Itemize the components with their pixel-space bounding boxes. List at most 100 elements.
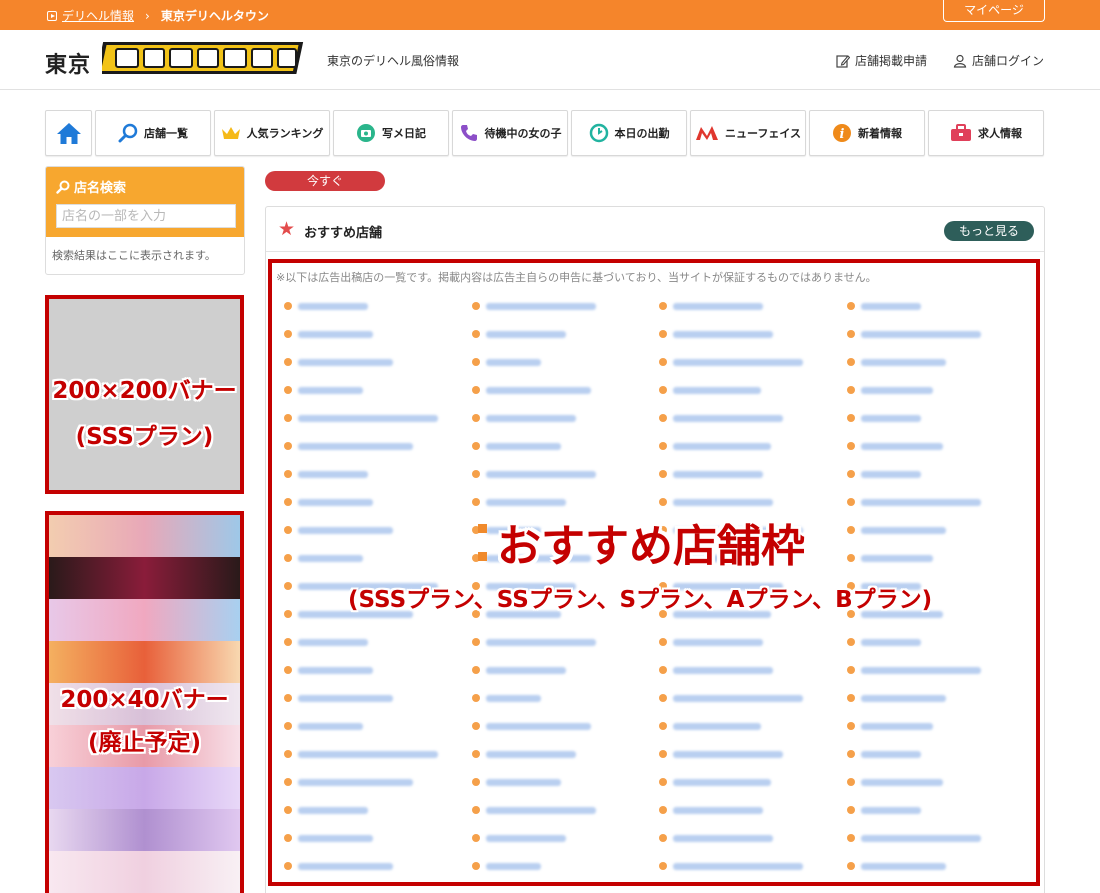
shop-link-item[interactable] <box>471 684 660 712</box>
shop-link-item[interactable] <box>284 712 472 740</box>
shop-link-item[interactable] <box>659 796 847 824</box>
shop-link-item[interactable] <box>284 348 472 376</box>
shop-link-item[interactable] <box>284 628 472 656</box>
shop-link-item[interactable] <box>284 432 472 460</box>
shop-link-item[interactable] <box>846 768 1035 796</box>
nav-jobs[interactable]: 求人情報 <box>928 110 1044 156</box>
shop-link-item[interactable] <box>659 712 847 740</box>
shop-link-item[interactable] <box>846 460 1035 488</box>
shop-link-item[interactable] <box>846 712 1035 740</box>
nav-waiting-girls[interactable]: 待機中の女の子 <box>452 110 568 156</box>
shop-link-item[interactable] <box>659 404 847 432</box>
shop-link-item[interactable] <box>659 376 847 404</box>
shop-link-item[interactable] <box>284 740 472 768</box>
shop-link-item[interactable] <box>659 824 847 852</box>
shop-link-blurred <box>860 442 943 450</box>
banner-strip[interactable] <box>49 599 240 641</box>
site-logo[interactable] <box>102 38 306 78</box>
banner-strip[interactable] <box>49 557 240 599</box>
shop-link-item[interactable] <box>471 348 660 376</box>
shop-link-item[interactable] <box>471 656 660 684</box>
shop-link-item[interactable] <box>659 740 847 768</box>
shop-link-item[interactable] <box>284 544 472 572</box>
shop-link-item[interactable] <box>284 320 472 348</box>
banner-strip[interactable] <box>49 515 240 557</box>
shop-link-item[interactable] <box>284 516 472 544</box>
shop-link-item[interactable] <box>471 852 660 880</box>
banner-200x200[interactable]: 200×200バナー (SSSプラン) <box>45 295 244 494</box>
shop-link-item[interactable] <box>284 292 472 320</box>
shop-link-item[interactable] <box>846 684 1035 712</box>
shop-link-item[interactable] <box>846 488 1035 516</box>
nav-news[interactable]: i 新着情報 <box>809 110 925 156</box>
shop-link-item[interactable] <box>284 684 472 712</box>
shop-link-item[interactable] <box>471 404 660 432</box>
shop-link-item[interactable] <box>471 768 660 796</box>
shop-link-item[interactable] <box>659 460 847 488</box>
shop-link-item[interactable] <box>471 432 660 460</box>
now-button[interactable]: 今すぐ <box>265 171 385 191</box>
banner-strip[interactable] <box>49 767 240 809</box>
shop-link-item[interactable] <box>471 460 660 488</box>
shop-link-item[interactable] <box>846 404 1035 432</box>
nav-ranking[interactable]: 人気ランキング <box>214 110 330 156</box>
shop-link-item[interactable] <box>284 852 472 880</box>
nav-today-attendance[interactable]: 本日の出勤 <box>571 110 687 156</box>
bullet-icon <box>846 694 855 702</box>
shop-link-item[interactable] <box>846 376 1035 404</box>
shop-link-item[interactable] <box>471 712 660 740</box>
shop-link-item[interactable] <box>659 432 847 460</box>
nav-shop-list[interactable]: 店舗一覧 <box>95 110 211 156</box>
banner-strip[interactable] <box>49 809 240 851</box>
shop-link-item[interactable] <box>846 824 1035 852</box>
shop-login-link[interactable]: 店舗ログイン <box>953 52 1044 69</box>
nav-home[interactable] <box>45 110 92 156</box>
shop-link-item[interactable] <box>471 292 660 320</box>
banner-strip[interactable] <box>49 641 240 683</box>
shop-link-item[interactable] <box>471 796 660 824</box>
shop-link-item[interactable] <box>284 376 472 404</box>
shop-link-item[interactable] <box>846 432 1035 460</box>
logo-text: 東京 <box>45 53 92 78</box>
shop-link-item[interactable] <box>471 628 660 656</box>
shop-link-item[interactable] <box>471 824 660 852</box>
shop-link-item[interactable] <box>284 656 472 684</box>
shop-link-item[interactable] <box>659 852 847 880</box>
shop-link-item[interactable] <box>846 628 1035 656</box>
see-more-button[interactable]: もっと見る <box>944 221 1034 241</box>
banner-200-plan: (SSSプラン) <box>75 424 214 450</box>
shop-link-item[interactable] <box>846 852 1035 880</box>
shop-link-item[interactable] <box>659 684 847 712</box>
nav-photo-diary[interactable]: 写メ日記 <box>333 110 449 156</box>
shop-link-item[interactable] <box>659 628 847 656</box>
shop-link-item[interactable] <box>846 516 1035 544</box>
shop-link-item[interactable] <box>659 320 847 348</box>
shop-link-item[interactable] <box>659 656 847 684</box>
shop-link-item[interactable] <box>284 768 472 796</box>
shop-link-item[interactable] <box>471 740 660 768</box>
banner-strip[interactable] <box>49 851 240 893</box>
shop-link-item[interactable] <box>284 404 472 432</box>
shop-link-item[interactable] <box>846 740 1035 768</box>
shop-link-blurred <box>860 302 921 310</box>
shop-link-item[interactable] <box>659 292 847 320</box>
nav-new-face[interactable]: ニューフェイス <box>690 110 806 156</box>
shop-link-item[interactable] <box>846 656 1035 684</box>
shop-link-item[interactable] <box>284 488 472 516</box>
shop-search-input[interactable] <box>56 204 236 228</box>
shop-link-item[interactable] <box>659 348 847 376</box>
shop-link-item[interactable] <box>284 460 472 488</box>
shop-link-item[interactable] <box>471 320 660 348</box>
shop-link-item[interactable] <box>284 796 472 824</box>
shop-link-item[interactable] <box>284 824 472 852</box>
shop-register-link[interactable]: 店舗掲載申請 <box>836 52 927 69</box>
shop-link-item[interactable] <box>846 320 1035 348</box>
shop-link-item[interactable] <box>846 796 1035 824</box>
shop-link-item[interactable] <box>471 376 660 404</box>
shop-link-item[interactable] <box>846 544 1035 572</box>
shop-link-item[interactable] <box>659 768 847 796</box>
mypage-button[interactable]: マイページ <box>943 0 1045 22</box>
shop-link-item[interactable] <box>846 348 1035 376</box>
shop-link-item[interactable] <box>846 292 1035 320</box>
breadcrumb-link-home[interactable]: デリヘル情報 <box>62 7 134 24</box>
